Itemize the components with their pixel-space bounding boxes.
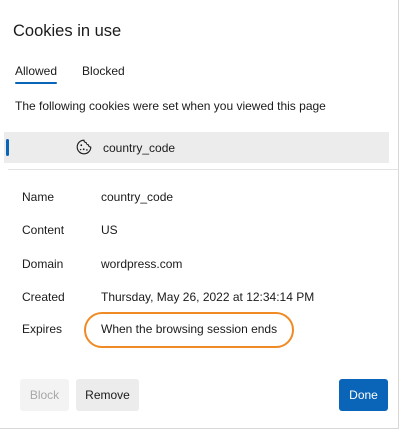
- tab-allowed[interactable]: Allowed: [15, 64, 58, 84]
- divider: [8, 169, 398, 170]
- remove-button[interactable]: Remove: [76, 379, 139, 411]
- created-value: Thursday, May 26, 2022 at 12:34:14 PM: [101, 290, 315, 304]
- cookie-name: country_code: [103, 141, 176, 155]
- content-label: Content: [22, 223, 65, 237]
- expires-label: Expires: [22, 322, 63, 336]
- created-label: Created: [22, 290, 65, 304]
- selection-indicator: [6, 139, 9, 156]
- done-button[interactable]: Done: [339, 379, 388, 411]
- cookies-dialog: Cookies in use Allowed Blocked The follo…: [0, 0, 399, 429]
- cookie-list-item[interactable]: country_code: [4, 132, 389, 163]
- content-value: US: [101, 223, 118, 237]
- name-label: Name: [22, 190, 55, 204]
- domain-label: Domain: [22, 257, 64, 271]
- dialog-title: Cookies in use: [13, 22, 122, 40]
- block-button[interactable]: Block: [20, 379, 69, 411]
- cookie-tabs: Allowed Blocked: [15, 64, 125, 84]
- cookies-description: The following cookies were set when you …: [15, 99, 326, 113]
- tab-blocked[interactable]: Blocked: [82, 64, 125, 78]
- expires-value: When the browsing session ends: [101, 322, 278, 336]
- cookie-icon: [76, 139, 92, 155]
- domain-value: wordpress.com: [101, 257, 183, 271]
- name-value: country_code: [101, 190, 174, 204]
